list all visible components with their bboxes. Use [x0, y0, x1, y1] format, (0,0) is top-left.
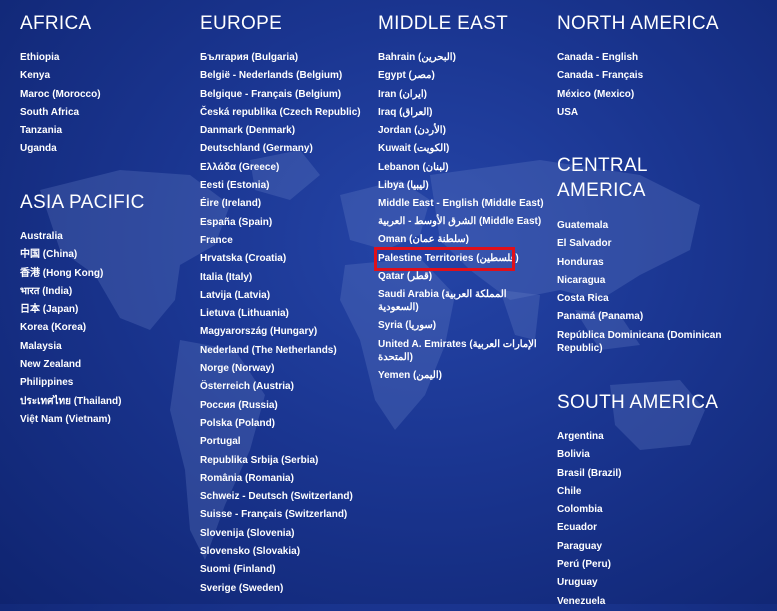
country-link[interactable]: الشرق الأوسط - العربية (Middle East)	[378, 213, 548, 231]
country-link[interactable]: Korea (Korea)	[20, 319, 121, 337]
selection-highlight-box	[374, 246, 515, 271]
country-link[interactable]: Kuwait (الكويت)	[378, 140, 548, 158]
country-link[interactable]: Libya (ليبيا)	[378, 177, 548, 195]
country-link[interactable]: Syria (سوريا)	[378, 317, 548, 335]
country-link[interactable]: Lebanon (لبنان)	[378, 159, 548, 177]
africa-country-list: Ethiopia Kenya Maroc (Morocco) South Africa…	[20, 49, 101, 159]
country-link[interactable]: भारत (India)	[20, 283, 121, 301]
country-link[interactable]: Polska (Poland)	[200, 415, 361, 433]
country-link[interactable]: Magyarország (Hungary)	[200, 323, 361, 341]
country-link[interactable]: Uganda	[20, 140, 101, 158]
country-link[interactable]: Costa Rica	[557, 290, 722, 308]
country-link[interactable]: Republika Srbija (Serbia)	[200, 452, 361, 470]
country-link[interactable]: Suisse - Français (Switzerland)	[200, 506, 361, 524]
country-link[interactable]: België - Nederlands (Belgium)	[200, 67, 361, 85]
country-link[interactable]: Slovenija (Slovenia)	[200, 525, 361, 543]
country-link[interactable]: Middle East - English (Middle East)	[378, 195, 548, 213]
country-link[interactable]: 香港 (Hong Kong)	[20, 265, 121, 283]
country-link[interactable]: Belgique - Français (Belgium)	[200, 86, 361, 104]
country-link[interactable]: Jordan (الأردن)	[378, 122, 548, 140]
country-link[interactable]: Ethiopia	[20, 49, 101, 67]
country-link[interactable]: 日本 (Japan)	[20, 301, 121, 319]
country-link[interactable]: България (Bulgaria)	[200, 49, 361, 67]
country-link[interactable]: Schweiz - Deutsch (Switzerland)	[200, 488, 361, 506]
middle-east-country-list: Bahrain (البحرين) Egypt (مصر) Iran (ایران)…	[374, 49, 548, 385]
country-link[interactable]: Nicaragua	[557, 272, 722, 290]
heading-north-america: NORTH AMERICA	[557, 13, 719, 34]
country-link[interactable]: Ελλάδα (Greece)	[200, 159, 361, 177]
country-link[interactable]: Éire (Ireland)	[200, 195, 361, 213]
country-link[interactable]: United A. Emirates (الإمارات العربية الم…	[378, 336, 548, 367]
south-america-country-list: Argentina Bolivia Brasil (Brazil) Chile Colo…	[557, 428, 621, 611]
heading-europe: EUROPE	[200, 13, 283, 34]
country-link[interactable]: Guatemala	[557, 217, 722, 235]
country-link[interactable]: Venezuela	[557, 593, 621, 611]
europe-country-list: България (Bulgaria) België - Nederlands (…	[200, 49, 361, 598]
country-link[interactable]: Tanzania	[20, 122, 101, 140]
country-link[interactable]: Brasil (Brazil)	[557, 465, 621, 483]
country-link[interactable]: España (Spain)	[200, 214, 361, 232]
country-link[interactable]: Chile	[557, 483, 621, 501]
country-link-highlighted[interactable]: Palestine Territories (فلسطين)	[374, 246, 548, 271]
country-link[interactable]: Paraguay	[557, 538, 621, 556]
country-link[interactable]: Egypt (مصر)	[378, 67, 548, 85]
country-link[interactable]: Suomi (Finland)	[200, 561, 361, 579]
country-link[interactable]: Uruguay	[557, 574, 621, 592]
country-link[interactable]: Sverige (Sweden)	[200, 580, 361, 598]
country-link[interactable]: South Africa	[20, 104, 101, 122]
country-link[interactable]: Danmark (Denmark)	[200, 122, 361, 140]
country-link[interactable]: USA	[557, 104, 643, 122]
heading-africa: AFRICA	[20, 13, 92, 34]
heading-asia-pacific: ASIA PACIFIC	[20, 192, 145, 213]
central-america-country-list: Guatemala El Salvador Honduras Nicaragua Cos…	[557, 217, 722, 358]
country-link[interactable]: Latvija (Latvia)	[200, 287, 361, 305]
country-link[interactable]: Lietuva (Lithuania)	[200, 305, 361, 323]
country-link[interactable]: Portugal	[200, 433, 361, 451]
country-link[interactable]: Canada - English	[557, 49, 643, 67]
country-link[interactable]: Slovensko (Slovakia)	[200, 543, 361, 561]
country-link[interactable]: Maroc (Morocco)	[20, 86, 101, 104]
country-link[interactable]: Bahrain (البحرين)	[378, 49, 548, 67]
country-link[interactable]: România (Romania)	[200, 470, 361, 488]
north-america-country-list: Canada - English Canada - Français México …	[557, 49, 643, 122]
country-link[interactable]: Österreich (Austria)	[200, 378, 361, 396]
country-link[interactable]: Italia (Italy)	[200, 269, 361, 287]
country-link[interactable]: Philippines	[20, 374, 121, 392]
country-link[interactable]: Eesti (Estonia)	[200, 177, 361, 195]
country-link[interactable]: Argentina	[557, 428, 621, 446]
asia-pacific-country-list: Australia 中国 (China) 香港 (Hong Kong) भारत (I…	[20, 228, 121, 429]
heading-middle-east: MIDDLE EAST	[378, 13, 508, 34]
country-link[interactable]: Malaysia	[20, 338, 121, 356]
country-link[interactable]: ประเทศไทย (Thailand)	[20, 393, 121, 411]
country-link[interactable]: Bolivia	[557, 446, 621, 464]
country-link[interactable]: Iraq (العراق)	[378, 104, 548, 122]
country-link[interactable]: Norge (Norway)	[200, 360, 361, 378]
country-link[interactable]: France	[200, 232, 361, 250]
heading-south-america: SOUTH AMERICA	[557, 392, 719, 413]
country-link[interactable]: Canada - Français	[557, 67, 643, 85]
country-link[interactable]: Deutschland (Germany)	[200, 140, 361, 158]
country-link[interactable]: Việt Nam (Vietnam)	[20, 411, 121, 429]
heading-central-america: CENTRAL AMERICA	[557, 155, 648, 201]
country-link[interactable]: Česká republika (Czech Republic)	[200, 104, 361, 122]
country-link[interactable]: República Dominicana (Dominican Republic…	[557, 327, 722, 358]
country-link[interactable]: Hrvatska (Croatia)	[200, 250, 361, 268]
country-link[interactable]: Nederland (The Netherlands)	[200, 342, 361, 360]
country-link[interactable]: Qatar (قطر)	[378, 268, 548, 286]
country-link[interactable]: Россия (Russia)	[200, 397, 361, 415]
country-link[interactable]: México (Mexico)	[557, 86, 643, 104]
country-link[interactable]: Perú (Peru)	[557, 556, 621, 574]
country-link[interactable]: 中国 (China)	[20, 246, 121, 264]
country-link[interactable]: Saudi Arabia (المملكة العربية السعودية)	[378, 286, 548, 317]
country-link[interactable]: Yemen (اليمن)	[378, 367, 548, 385]
country-link[interactable]: Australia	[20, 228, 121, 246]
country-link[interactable]: Colombia	[557, 501, 621, 519]
country-link[interactable]: Kenya	[20, 67, 101, 85]
country-link[interactable]: Panamá (Panama)	[557, 308, 722, 326]
country-link[interactable]: Ecuador	[557, 519, 621, 537]
country-link[interactable]: New Zealand	[20, 356, 121, 374]
country-link[interactable]: Honduras	[557, 254, 722, 272]
country-link[interactable]: El Salvador	[557, 235, 722, 253]
country-link[interactable]: Iran (ایران)	[378, 86, 548, 104]
